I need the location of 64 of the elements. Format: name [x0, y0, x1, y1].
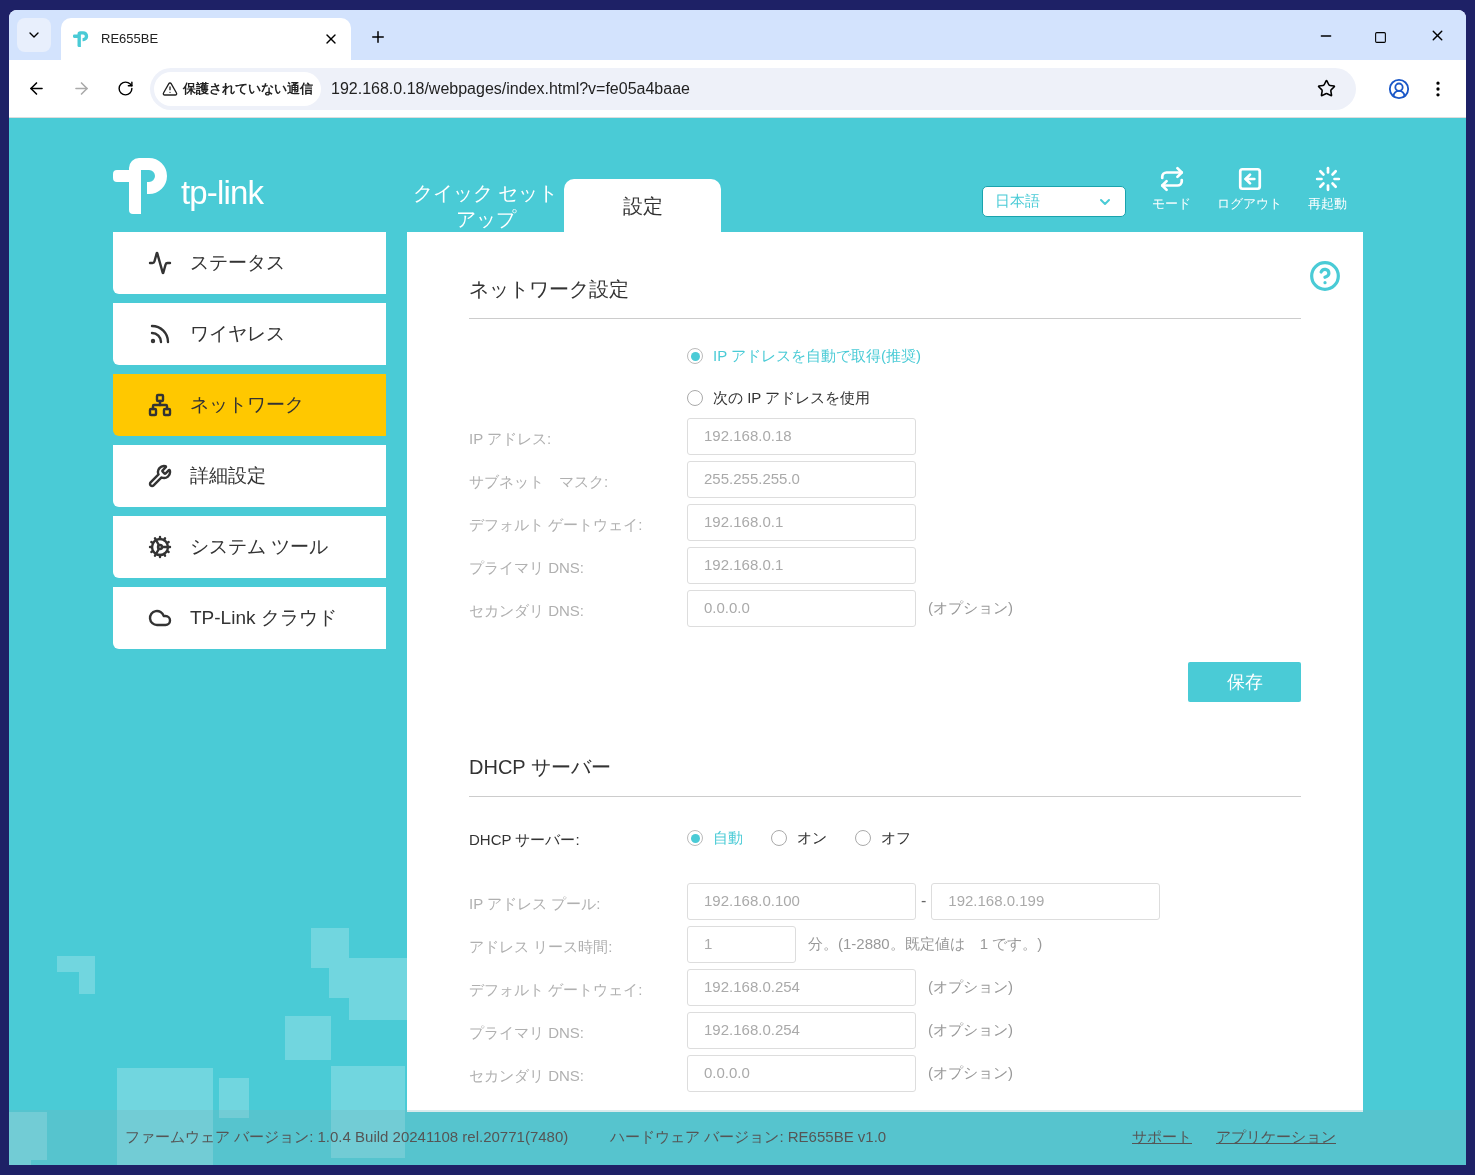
field-note: (オプション)	[928, 976, 1013, 997]
radio-option[interactable]: 次の IP アドレスを使用	[687, 386, 871, 409]
section-title: DHCP サーバー	[469, 752, 1301, 797]
field-label: デフォルト ゲートウェイ:	[469, 515, 644, 536]
footer-link[interactable]: サポート	[1132, 1126, 1192, 1149]
hardware-version: ハードウェア バージョン: RE655BE v1.0	[610, 1127, 887, 1148]
field-note: (オプション)	[928, 1019, 1013, 1040]
profile-icon[interactable]	[1388, 77, 1410, 100]
field-label: セカンダリ DNS:	[469, 601, 585, 622]
radio-option[interactable]: オン	[771, 827, 827, 850]
range-separator: -	[921, 891, 927, 911]
section-title: ネットワーク設定	[469, 274, 1301, 319]
header-action[interactable]: 再起動	[1308, 166, 1347, 214]
network-icon	[148, 393, 172, 417]
wireless-icon	[148, 322, 172, 346]
tab-favicon-icon	[73, 30, 91, 48]
field-label: サブネット マスク:	[469, 472, 610, 493]
save-button[interactable]: 保存	[1188, 662, 1301, 702]
back-icon[interactable]	[27, 79, 46, 98]
sidebar-item[interactable]: ネットワーク	[113, 374, 386, 436]
radio-option[interactable]: 自動	[687, 827, 743, 850]
language-select[interactable]: 日本語	[982, 186, 1126, 217]
mode-icon	[1158, 166, 1185, 192]
radio-option[interactable]: オフ	[855, 827, 911, 850]
field-label: IP アドレス:	[469, 429, 553, 450]
status-icon	[148, 251, 172, 275]
brand-name: tp-link	[181, 173, 264, 213]
nav-tab[interactable]: クイック セットアップ	[407, 180, 564, 232]
nav-tab[interactable]: 設定	[564, 179, 721, 232]
warning-icon	[162, 80, 178, 97]
field-label: デフォルト ゲートウェイ:	[469, 979, 644, 1000]
field-label: アドレス リース時間:	[469, 936, 614, 957]
field-label: プライマリ DNS:	[469, 558, 585, 579]
header-action[interactable]: モード	[1152, 166, 1191, 214]
sidebar-item[interactable]: 詳細設定	[113, 445, 386, 507]
new-tab-icon[interactable]	[369, 28, 387, 46]
logout-icon	[1236, 166, 1263, 192]
maximize-icon[interactable]	[1374, 31, 1387, 44]
sidebar-item[interactable]: システム ツール	[113, 516, 386, 578]
system-icon	[148, 535, 172, 559]
tab-title: RE655BE	[101, 30, 160, 49]
url-text: 192.168.0.18/webpages/index.html?v=fe05a4baae	[331, 78, 691, 99]
field-label: プライマリ DNS:	[469, 1022, 585, 1043]
sidebar-item[interactable]: ステータス	[113, 232, 386, 294]
field-label: セカンダリ DNS:	[469, 1065, 585, 1086]
reload-icon[interactable]	[117, 80, 134, 97]
header-action[interactable]: ログアウト	[1217, 166, 1282, 214]
field-note: (オプション)	[928, 598, 1013, 619]
firmware-version: ファームウェア バージョン: 1.0.4 Build 20241108 rel.20771(7480)	[125, 1127, 569, 1148]
field-note: 分。(1-2880。既定値は 1 です。)	[808, 933, 1043, 954]
field-note: (オプション)	[928, 1062, 1013, 1083]
footer-link[interactable]: アプリケーション	[1216, 1126, 1336, 1149]
address-bar[interactable]: 保護されていない通信 192.168.0.18/webpages/index.html?v=fe05a4baae	[150, 67, 1356, 110]
advanced-icon	[148, 464, 172, 488]
security-chip[interactable]: 保護されていない通信	[154, 71, 321, 106]
field-label: IP アドレス プール:	[469, 893, 602, 914]
field-label: DHCP サーバー:	[469, 830, 581, 850]
tab-list-button[interactable]	[17, 18, 51, 52]
browser-tab[interactable]: RE655BE	[61, 18, 351, 60]
sidebar-item[interactable]: TP-Link クラウド	[113, 587, 386, 649]
bookmark-icon[interactable]	[1317, 79, 1336, 98]
reboot-icon	[1314, 166, 1341, 192]
sidebar-item[interactable]: ワイヤレス	[113, 303, 386, 365]
radio-option[interactable]: IP アドレスを自動で取得(推奨)	[687, 345, 922, 368]
